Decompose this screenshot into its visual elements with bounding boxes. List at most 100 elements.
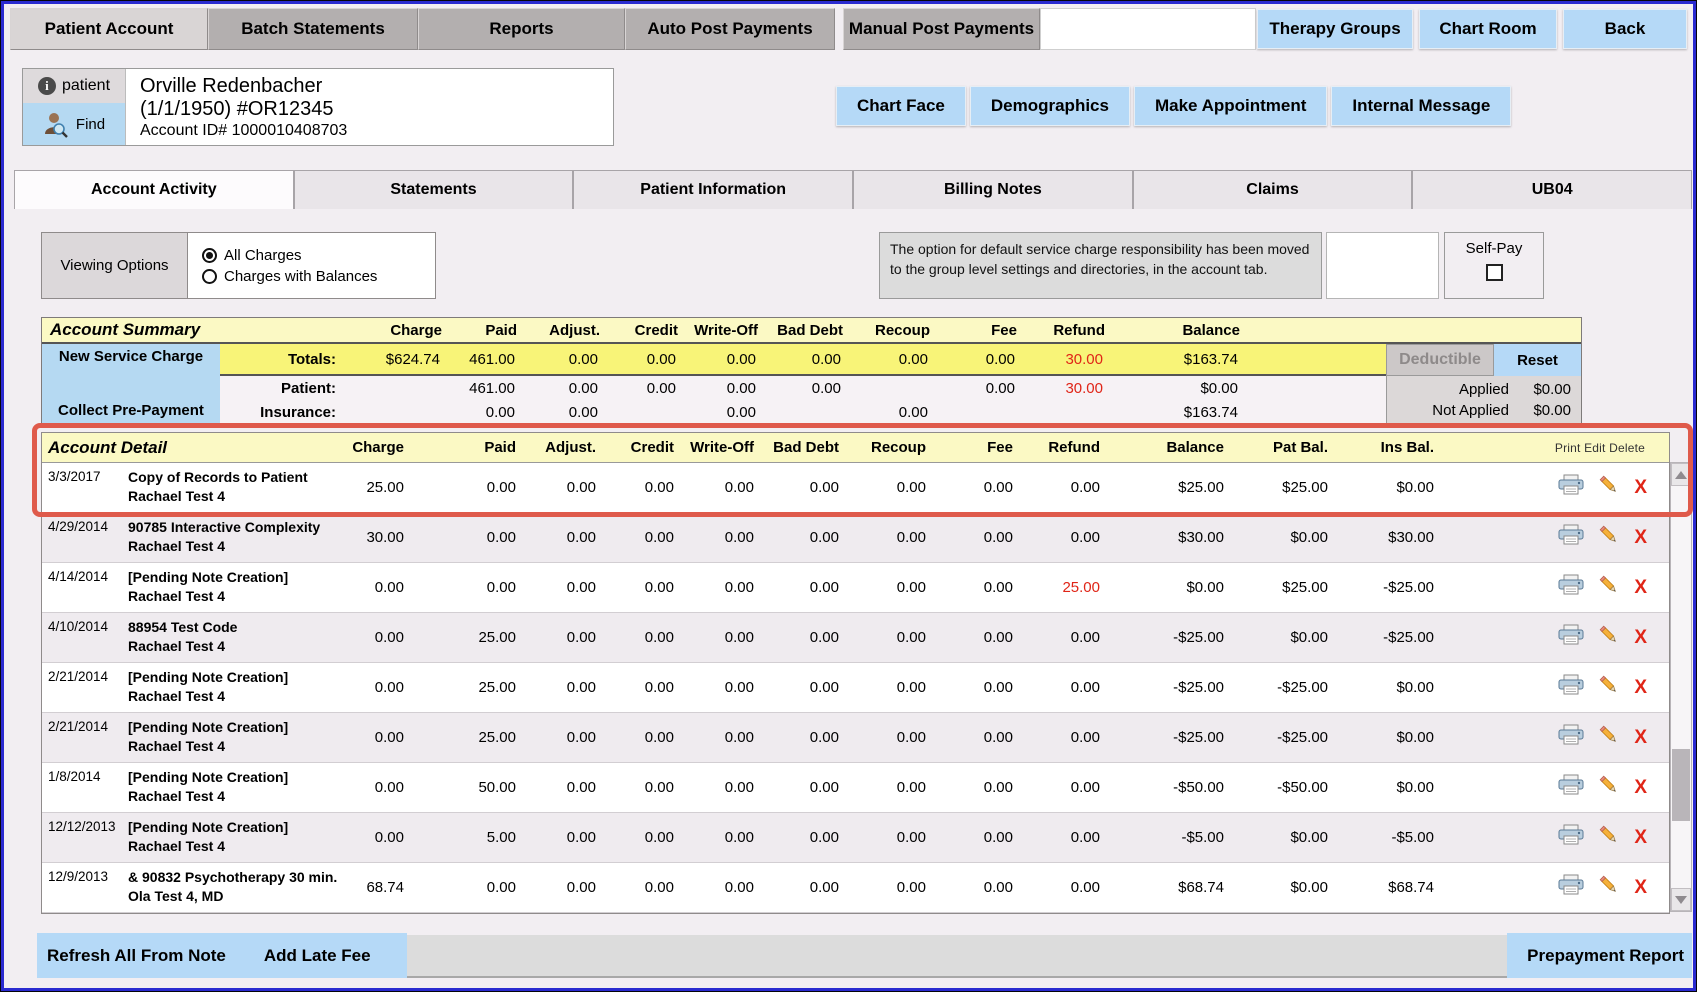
table-row: 3/3/2017Copy of Records to PatientRachae… — [42, 463, 1669, 513]
internal-message-button[interactable]: Internal Message — [1331, 86, 1511, 126]
make-appointment-button[interactable]: Make Appointment — [1134, 86, 1327, 126]
reset-button[interactable]: Reset — [1494, 344, 1581, 376]
tab-patient-information[interactable]: Patient Information — [573, 170, 853, 209]
edit-pencil-icon[interactable] — [1598, 874, 1620, 901]
footer-spacer — [407, 935, 1507, 978]
find-label: Find — [76, 116, 105, 133]
detail-row-description: Copy of Records to PatientRachael Test 4 — [128, 463, 344, 512]
summary-value-credit: 0.00 — [610, 351, 688, 368]
print-icon[interactable] — [1558, 474, 1584, 501]
summary-value-balance: $0.00 — [1115, 380, 1250, 397]
demographics-button[interactable]: Demographics — [970, 86, 1130, 126]
detail-value-bad-debt: 0.00 — [766, 679, 851, 696]
detail-value-credit: 0.00 — [608, 579, 686, 596]
edit-pencil-icon[interactable] — [1598, 524, 1620, 551]
prepayment-report-button[interactable]: Prepayment Report — [1507, 933, 1692, 978]
detail-provider-name: Rachael Test 4 — [128, 837, 344, 856]
detail-value-balance: -$5.00 — [1112, 829, 1236, 846]
delete-x-icon[interactable]: X — [1634, 528, 1647, 547]
top-tab-patient-account[interactable]: Patient Account — [10, 8, 208, 50]
print-icon[interactable] — [1558, 724, 1584, 751]
delete-x-icon[interactable]: X — [1634, 828, 1647, 847]
detail-value-charge: 0.00 — [344, 729, 416, 746]
scrollbar-thumb[interactable] — [1672, 749, 1690, 821]
top-tab-manual-post-payments[interactable]: Manual Post Payments — [843, 8, 1040, 50]
detail-value-recoup: 0.00 — [851, 529, 938, 546]
chart-face-button[interactable]: Chart Face — [836, 86, 966, 126]
print-icon[interactable] — [1558, 674, 1584, 701]
patient-info-cell[interactable]: i patient — [23, 69, 125, 103]
summary-value-recoup: 0.00 — [853, 404, 940, 421]
back-button[interactable]: Back — [1563, 9, 1687, 49]
radio-unselected-icon[interactable] — [202, 269, 217, 284]
detail-value-refund: 0.00 — [1025, 679, 1112, 696]
detail-value-adjust: 0.00 — [528, 829, 608, 846]
scroll-up-button[interactable] — [1671, 463, 1691, 486]
print-icon[interactable] — [1558, 624, 1584, 651]
detail-value-fee: 0.00 — [938, 729, 1025, 746]
radio-selected-icon[interactable] — [202, 248, 217, 263]
tab-billing-notes[interactable]: Billing Notes — [853, 170, 1133, 209]
detail-value-balance: $25.00 — [1112, 479, 1236, 496]
account-detail: Account Detail ChargePaidAdjust.CreditWr… — [41, 432, 1670, 914]
deductible-button[interactable]: Deductible — [1386, 344, 1494, 376]
radio-option-all-charges[interactable]: All Charges — [202, 247, 435, 264]
print-icon[interactable] — [1558, 574, 1584, 601]
collect-pre-payment-button[interactable]: Collect Pre-Payment — [42, 402, 220, 419]
refresh-all-from-note-button[interactable]: Refresh All From Note — [47, 946, 226, 966]
print-icon[interactable] — [1558, 524, 1584, 551]
scroll-down-button[interactable] — [1671, 888, 1691, 911]
patient-panel: i patient Find Orville Redenbacher (1/1/… — [22, 68, 614, 146]
delete-x-icon[interactable]: X — [1634, 478, 1647, 497]
detail-value-bad-debt: 0.00 — [766, 629, 851, 646]
top-tab-batch-statements[interactable]: Batch Statements — [208, 8, 418, 50]
print-icon[interactable] — [1558, 774, 1584, 801]
delete-x-icon[interactable]: X — [1634, 728, 1647, 747]
edit-pencil-icon[interactable] — [1598, 724, 1620, 751]
tab-statements[interactable]: Statements — [294, 170, 574, 209]
detail-value-credit: 0.00 — [608, 529, 686, 546]
edit-pencil-icon[interactable] — [1598, 474, 1620, 501]
print-icon[interactable] — [1558, 874, 1584, 901]
add-late-fee-button[interactable]: Add Late Fee — [264, 946, 371, 966]
edit-pencil-icon[interactable] — [1598, 624, 1620, 651]
tab-account-activity[interactable]: Account Activity — [14, 170, 294, 209]
edit-pencil-icon[interactable] — [1598, 824, 1620, 851]
edit-pencil-icon[interactable] — [1598, 574, 1620, 601]
therapy-groups-button[interactable]: Therapy Groups — [1257, 9, 1413, 49]
tab-ub04[interactable]: UB04 — [1412, 170, 1692, 209]
radio-option-charges-with-balances[interactable]: Charges with Balances — [202, 268, 435, 285]
delete-x-icon[interactable]: X — [1634, 578, 1647, 597]
detail-value-charge: 68.74 — [344, 879, 416, 896]
detail-service-description: [Pending Note Creation] — [128, 718, 344, 737]
detail-row-description: [Pending Note Creation]Rachael Test 4 — [128, 563, 344, 612]
summary-col-bad-debt: Bad Debt — [770, 322, 855, 339]
detail-value-ins-bal: $0.00 — [1340, 779, 1446, 796]
summary-value-adjust: 0.00 — [527, 404, 610, 421]
find-patient-button[interactable]: Find — [23, 103, 125, 145]
edit-pencil-icon[interactable] — [1598, 774, 1620, 801]
new-service-charge-button[interactable]: New Service Charge — [42, 348, 220, 365]
delete-x-icon[interactable]: X — [1634, 678, 1647, 697]
detail-value-ins-bal: -$25.00 — [1340, 629, 1446, 646]
find-patient-icon — [43, 110, 69, 138]
detail-service-description: [Pending Note Creation] — [128, 768, 344, 787]
detail-value-pat-bal: $0.00 — [1236, 629, 1340, 646]
detail-value-pat-bal: $0.00 — [1236, 529, 1340, 546]
delete-x-icon[interactable]: X — [1634, 628, 1647, 647]
detail-scrollbar[interactable] — [1670, 462, 1692, 912]
print-icon[interactable] — [1558, 824, 1584, 851]
self-pay-checkbox[interactable] — [1486, 264, 1503, 281]
summary-value-paid: 0.00 — [452, 404, 527, 421]
detail-value-fee: 0.00 — [938, 779, 1025, 796]
detail-value-recoup: 0.00 — [851, 879, 938, 896]
edit-pencil-icon[interactable] — [1598, 674, 1620, 701]
delete-x-icon[interactable]: X — [1634, 878, 1647, 897]
summary-col-fee: Fee — [942, 322, 1029, 339]
chart-room-button[interactable]: Chart Room — [1419, 9, 1557, 49]
summary-totals-row: Totals:$624.74461.000.000.000.000.000.00… — [220, 344, 1581, 376]
top-tab-reports[interactable]: Reports — [418, 8, 625, 50]
delete-x-icon[interactable]: X — [1634, 778, 1647, 797]
top-tab-auto-post-payments[interactable]: Auto Post Payments — [625, 8, 835, 50]
tab-claims[interactable]: Claims — [1133, 170, 1413, 209]
